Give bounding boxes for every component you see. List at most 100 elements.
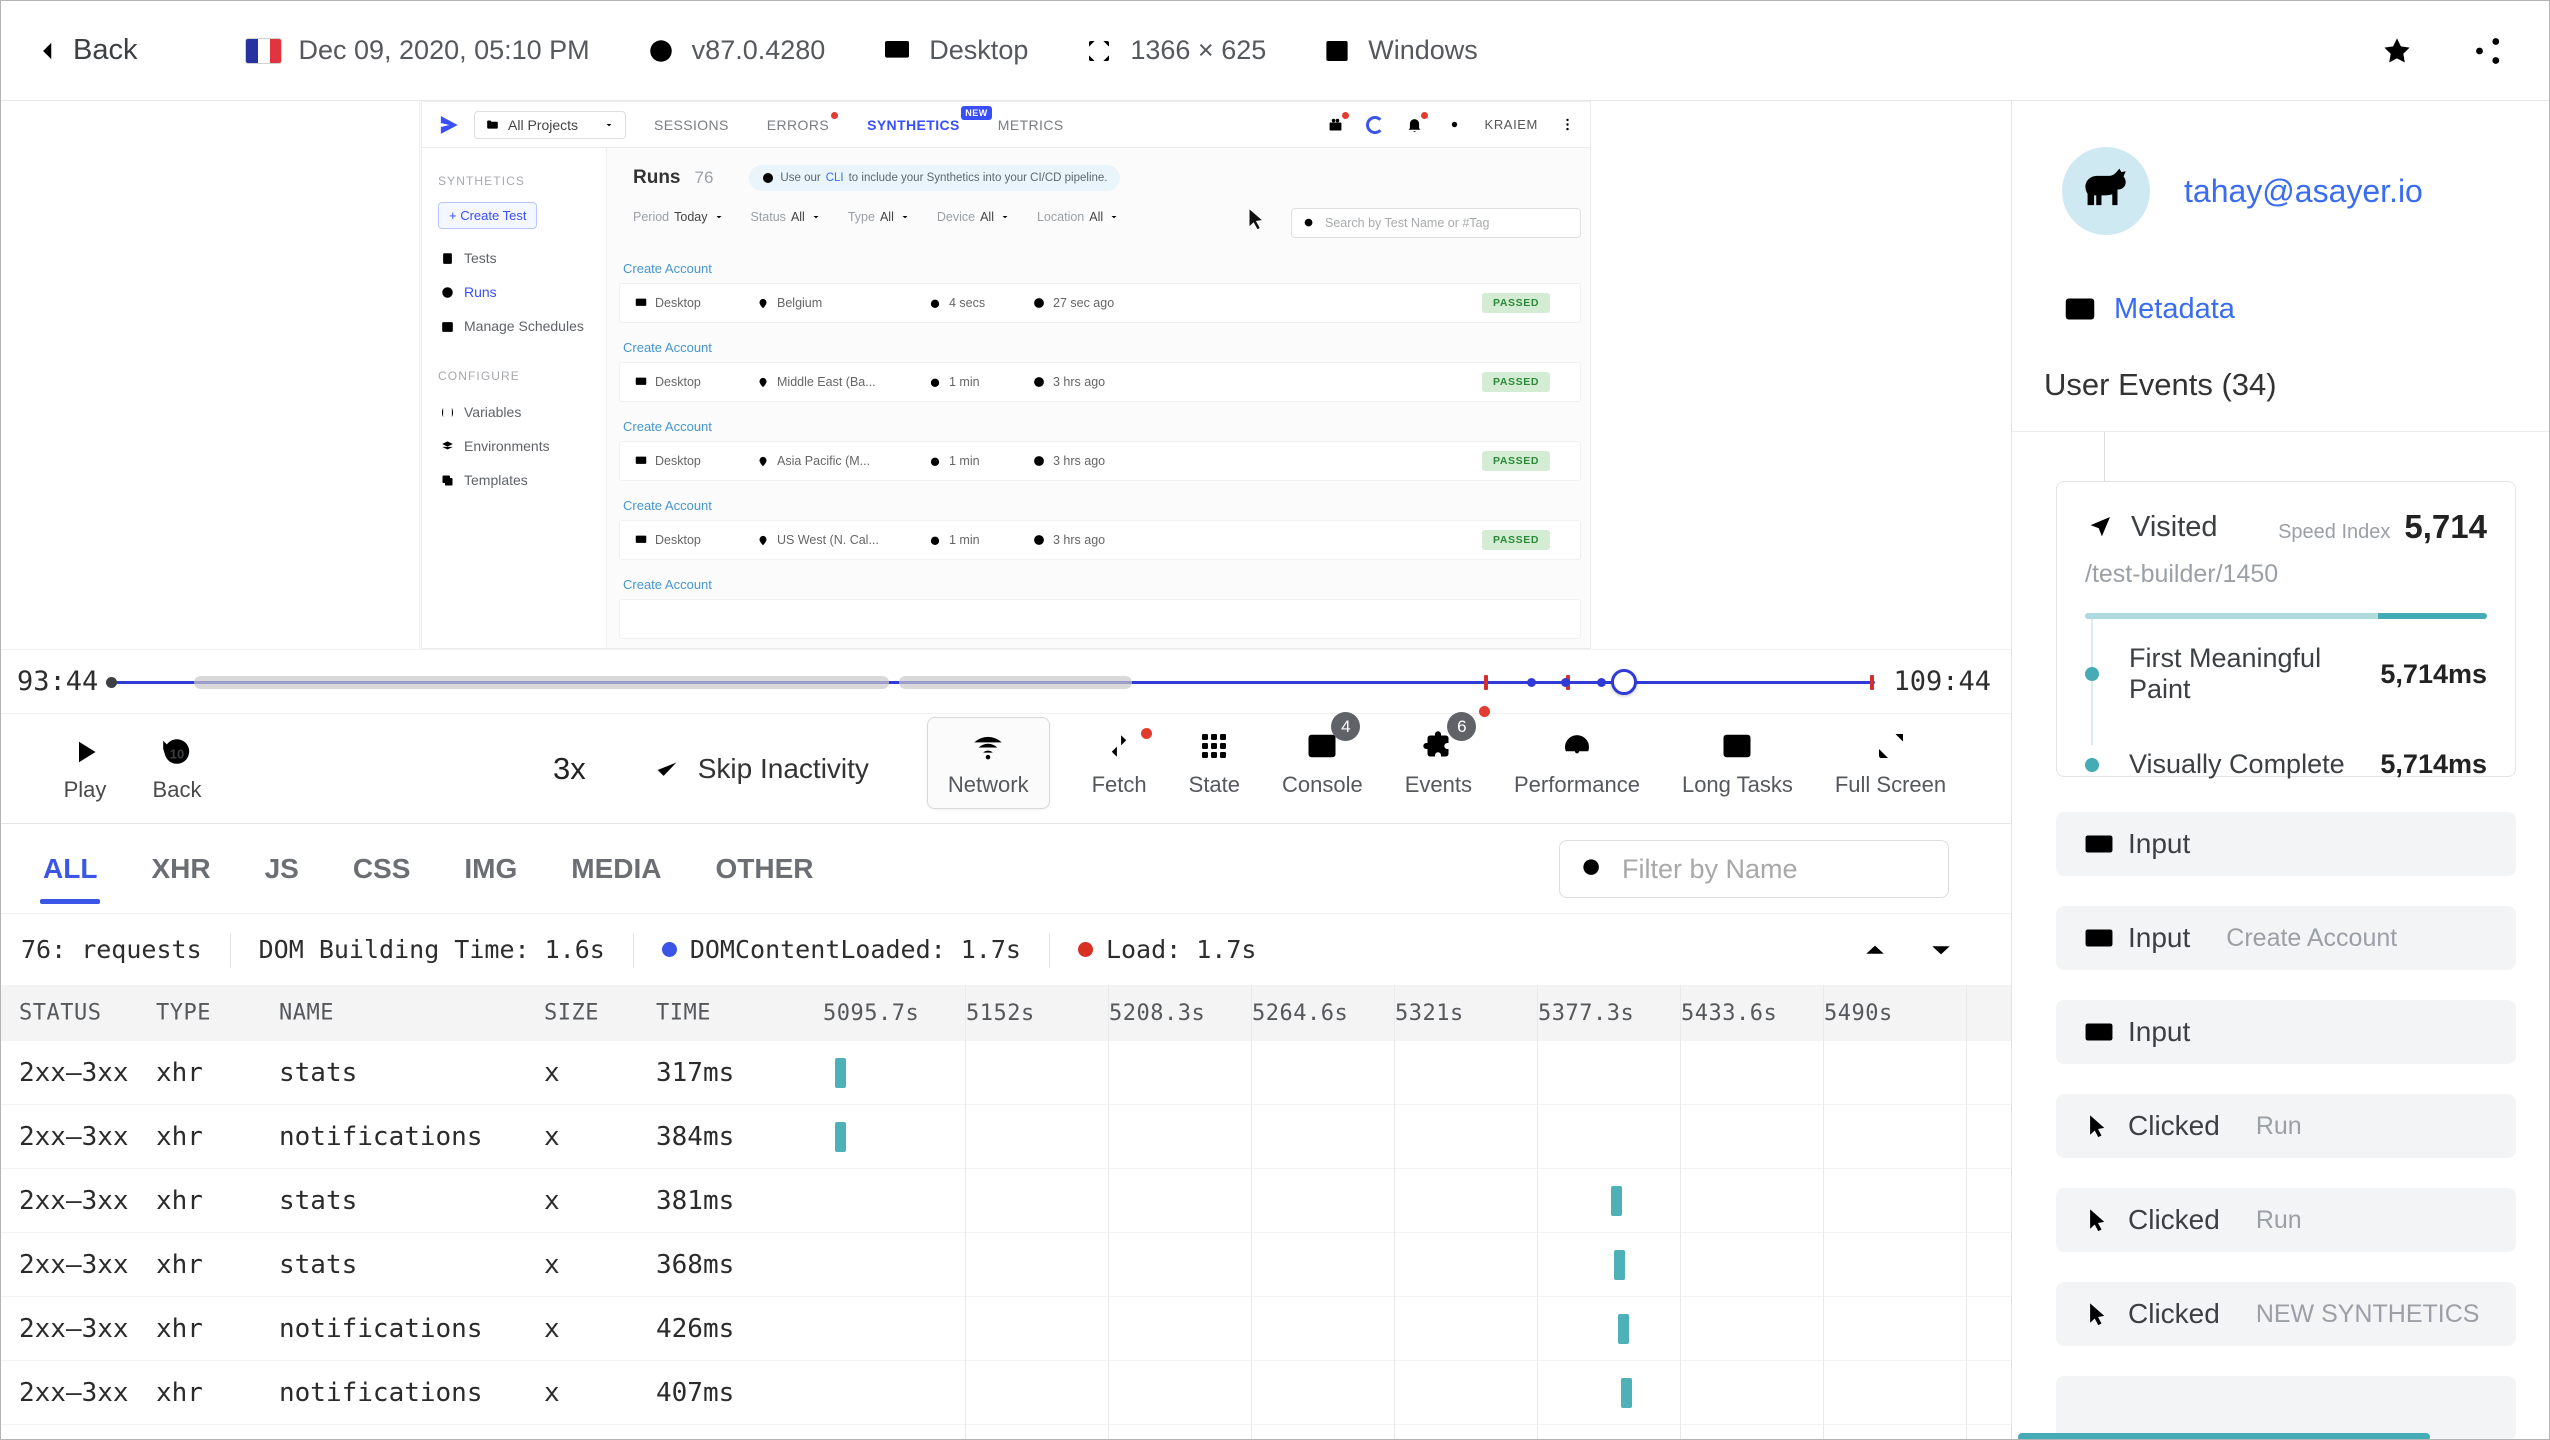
event-marker[interactable] — [1597, 677, 1606, 687]
scroll-indicator[interactable] — [2018, 1433, 2430, 1439]
user-email[interactable]: tahay@asayer.io — [2184, 173, 2423, 210]
run-row[interactable] — [619, 599, 1581, 639]
blue-dot — [661, 942, 677, 957]
user-event-row[interactable]: Input — [2056, 1000, 2516, 1064]
app-sidebar-item[interactable]: Environments — [438, 429, 592, 463]
test-search-input[interactable]: Search by Test Name or #Tag — [1291, 208, 1581, 238]
chevron-down-button[interactable] — [1926, 935, 1956, 965]
playback-speed-button[interactable]: 3x — [553, 751, 586, 787]
run-filter-dropdown[interactable]: Type All — [848, 210, 911, 224]
network-request-row[interactable]: 2xx–3xx xhr stats x 368ms — [1, 1233, 2011, 1297]
fetch-panel-button[interactable]: Fetch — [1092, 728, 1153, 798]
user-event-row[interactable]: Input Create Account — [2056, 906, 2516, 970]
app-nav-item[interactable]: ERRORS — [767, 111, 839, 133]
share-button[interactable] — [2471, 34, 2505, 68]
chevron-up-button[interactable] — [1860, 935, 1890, 965]
app-sidebar-item[interactable]: Templates — [438, 463, 592, 497]
test-name-link[interactable]: Create Account — [623, 498, 712, 513]
full-screen-button[interactable]: Full Screen — [1835, 728, 1946, 798]
network-request-row[interactable]: 2xx–3xx xhr notifications x 426ms — [1, 1297, 2011, 1361]
resource-tab[interactable]: OTHER — [716, 853, 814, 885]
visited-event-card[interactable]: Visited Speed Index 5,714 /test-builder/… — [2056, 481, 2516, 779]
network-request-row[interactable]: 2xx–3xx xhr stats x 381ms — [1, 1169, 2011, 1233]
event-type-label: Clicked — [2128, 1204, 2220, 1235]
state-panel-button[interactable]: State — [1189, 728, 1240, 798]
skip-inactivity-toggle[interactable]: Skip Inactivity — [652, 753, 869, 785]
timeline-track[interactable] — [106, 650, 1879, 714]
notification-dot — [831, 111, 839, 119]
resource-tab[interactable]: JS — [265, 853, 299, 885]
app-nav-item[interactable]: METRICS — [998, 117, 1064, 133]
test-name-link[interactable]: Create Account — [623, 419, 712, 434]
user-event-row[interactable]: Clicked Run — [2056, 1094, 2516, 1158]
app-nav-item[interactable]: SYNTHETICS NEW — [867, 105, 992, 133]
monitor-icon — [881, 35, 913, 67]
back-10s-button[interactable]: 10 Back — [131, 734, 223, 803]
resource-tab[interactable]: CSS — [353, 853, 411, 885]
app-sidebar-item[interactable]: Variables — [438, 395, 592, 429]
app-nav-item[interactable]: SESSIONS — [654, 117, 729, 133]
app-sidebar-item[interactable]: Runs — [438, 275, 592, 309]
run-filter-dropdown[interactable]: Device All — [937, 210, 1011, 224]
run-row[interactable]: Desktop Belgium 4 secs 27 sec ago PASSED — [619, 283, 1581, 323]
playhead-handle[interactable] — [1611, 668, 1637, 695]
run-filter-dropdown[interactable]: Period Today — [633, 210, 725, 224]
network-panel-button[interactable]: Network — [926, 717, 1050, 809]
cell-type: xhr — [156, 1249, 203, 1280]
status-badge: PASSED — [1482, 293, 1550, 313]
user-event-row[interactable]: Clicked NEW SYNTHETICS — [2056, 1282, 2516, 1346]
close-panel-button[interactable] — [1971, 854, 2001, 884]
event-value: NEW SYNTHETICS — [2255, 1299, 2480, 1328]
pointer-icon — [2082, 1111, 2128, 1141]
cell-size: x — [544, 1057, 560, 1088]
user-event-row-partial[interactable] — [2056, 1376, 2516, 1439]
network-request-row[interactable]: 2xx–3xx xhr stats x 317ms — [1, 1041, 2011, 1105]
app-user-menu[interactable]: KRAIEM — [1485, 117, 1538, 132]
test-name-link[interactable]: Create Account — [623, 261, 712, 276]
run-row[interactable]: Desktop US West (N. Cal... 1 min 3 hrs a… — [619, 520, 1581, 560]
kebab-menu-icon[interactable] — [1559, 116, 1576, 133]
alerts-button[interactable] — [1405, 112, 1428, 134]
error-marker[interactable] — [1484, 674, 1488, 690]
time-tick: 5490s — [1824, 1000, 1893, 1026]
event-marker[interactable] — [1527, 677, 1536, 687]
resource-tab[interactable]: IMG — [464, 853, 517, 885]
total-time: 109:44 — [1893, 666, 1991, 697]
run-row[interactable]: Desktop Asia Pacific (M... 1 min 3 hrs a… — [619, 441, 1581, 481]
test-name-link[interactable]: Create Account — [623, 577, 712, 592]
metadata-button[interactable]: Metadata — [2062, 291, 2235, 327]
user-event-row[interactable]: Clicked Run — [2056, 1188, 2516, 1252]
resource-tab[interactable]: ALL — [39, 853, 101, 904]
cell-status: 2xx–3xx — [19, 1313, 129, 1344]
event-marker[interactable] — [1561, 677, 1570, 687]
cli-link[interactable]: CLI — [826, 172, 844, 184]
announcements-button[interactable] — [1326, 112, 1349, 134]
network-request-row[interactable]: 2xx–3xx xhr notifications x 384ms — [1, 1105, 2011, 1169]
run-row[interactable]: Desktop Middle East (Ba... 1 min 3 hrs a… — [619, 362, 1581, 402]
banner-text: Use our — [780, 172, 821, 184]
resource-tab[interactable]: MEDIA — [571, 853, 661, 885]
run-filter-dropdown[interactable]: Location All — [1037, 210, 1120, 224]
favorite-star-button[interactable] — [2379, 33, 2415, 69]
run-location: Belgium — [756, 296, 928, 310]
resource-tab[interactable]: XHR — [151, 853, 210, 885]
network-request-row[interactable]: 2xx–3xx xhr notifications x 407ms — [1, 1361, 2011, 1425]
filter-by-name-input[interactable] — [1622, 853, 1930, 885]
app-sidebar-item[interactable]: Manage Schedules — [438, 309, 592, 343]
status-badge: PASSED — [1482, 372, 1550, 392]
run-time-ago: 3 hrs ago — [1032, 533, 1182, 547]
console-panel-button[interactable]: 4 Console — [1282, 712, 1363, 798]
back-button[interactable]: Back — [35, 34, 137, 67]
test-name-link[interactable]: Create Account — [623, 340, 712, 355]
project-selector[interactable]: All Projects — [474, 110, 626, 139]
app-sidebar-item[interactable]: Tests — [438, 241, 592, 275]
user-event-row[interactable]: Input — [2056, 812, 2516, 876]
run-filter-dropdown[interactable]: Status All — [751, 210, 822, 224]
create-test-button[interactable]: + Create Test — [438, 202, 538, 229]
error-marker[interactable] — [1870, 674, 1874, 690]
play-button[interactable]: Play — [39, 734, 131, 803]
performance-panel-button[interactable]: Performance — [1514, 728, 1640, 798]
settings-gear-icon[interactable] — [1445, 115, 1464, 134]
events-panel-button[interactable]: 6 Events — [1405, 706, 1491, 798]
long-tasks-panel-button[interactable]: Long Tasks — [1682, 728, 1793, 798]
